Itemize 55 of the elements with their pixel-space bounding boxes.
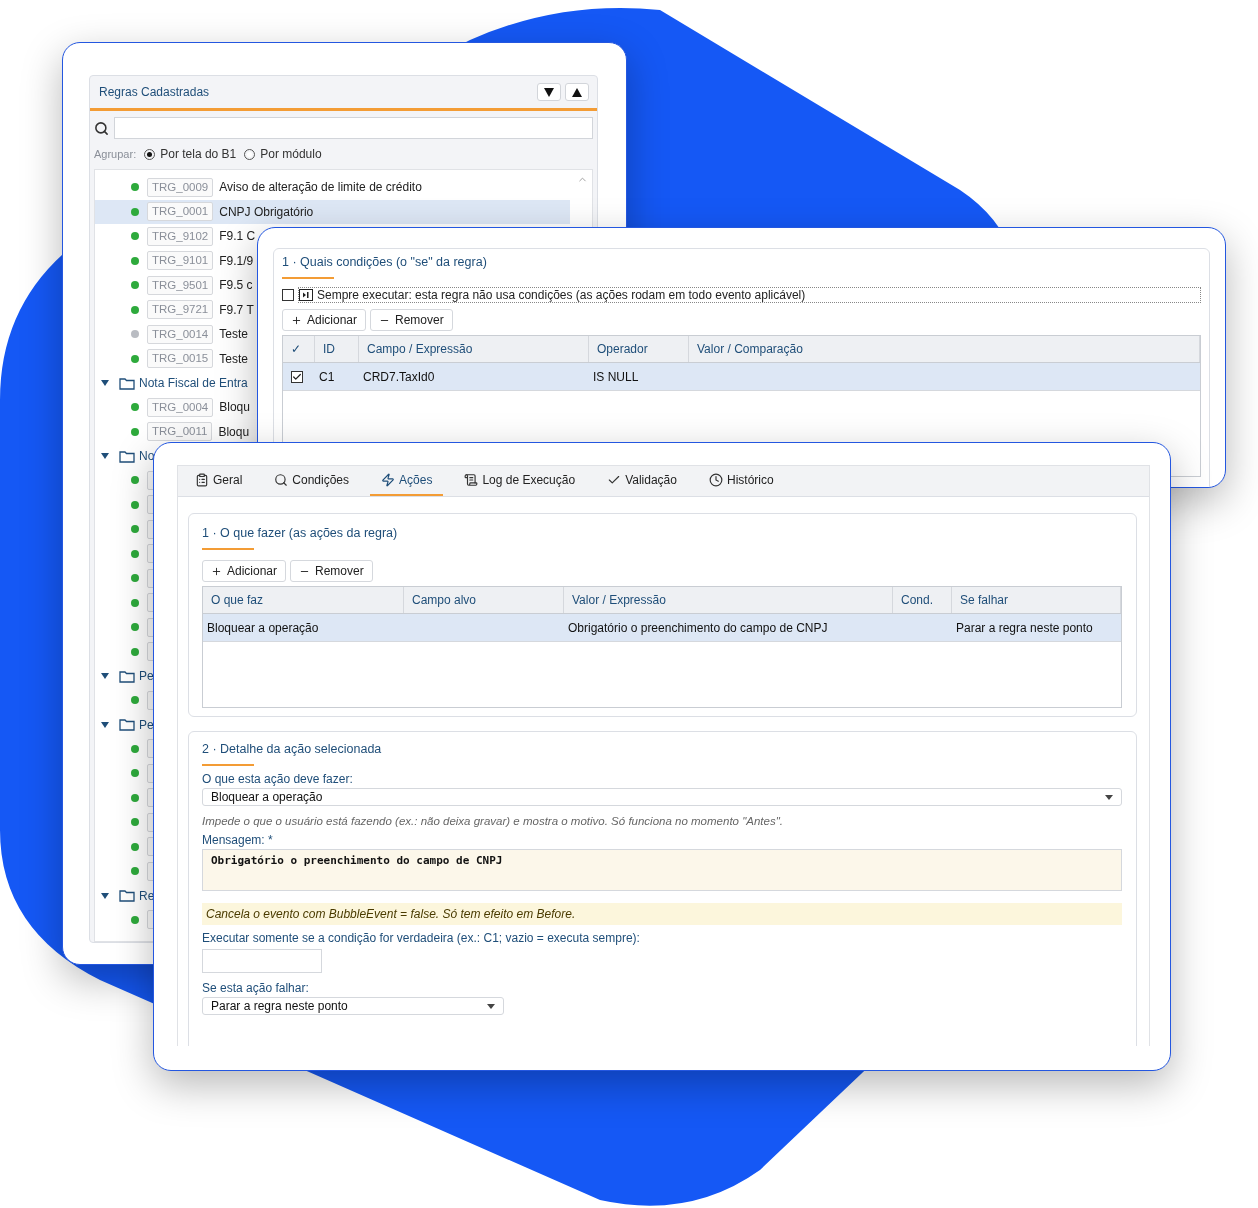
checkbox-label: Sempre executar: esta regra não usa condições (as ações rodam em todo evento aplicável) [317,288,806,302]
table-cell-text: C1 [318,369,336,384]
rule-name: Teste [219,327,248,342]
column-header: Cond. [893,587,952,613]
folder-label: Re [139,888,155,903]
radio-label: Por tela do B1 [160,147,237,161]
rule-name: Aviso de alteração de limite de crédito [219,180,422,195]
table-cell-text: Bloquear a operação [206,620,320,635]
table-cell-text: Parar a regra neste ponto [955,620,1094,635]
rule-name: F9.1 C [219,229,256,244]
column-header: O que faz [203,587,404,613]
column-header: Valor / Comparação [689,336,1200,362]
rule-name: Teste [219,351,248,366]
column-header: Campo / Expressão [359,336,589,362]
folder-label: Nota Fiscal de Entra [139,376,248,390]
rule-name: F9.5 c [219,278,253,293]
rule-name: Bloqu [219,400,250,415]
rule-code: TRG_0011 [147,422,213,442]
rule-code: TRG_0001 [147,202,214,222]
rule-name: CNPJ Obrigatório [219,204,314,219]
group-label: Agrupar: [94,148,137,160]
column-header: ID [315,336,359,362]
table-cell-text: CRD7.TaxId0 [362,369,436,384]
folder-label: No [139,449,155,463]
column-header: Valor / Expressão [564,587,893,613]
notice-text: Cancela o evento com BubbleEvent = false. Só tem efeito em Before. [202,903,1122,925]
rule-code: TRG_0014 [147,324,214,344]
rule-code: TRG_0015 [147,349,214,369]
column-header: Operador [589,336,689,362]
rule-code: TRG_9721 [147,300,214,320]
folder-label: Pe [139,669,154,683]
section-title: 1 · Quais condições (o "se" da regra) [282,255,487,271]
field-label: O que esta ação deve fazer: [202,772,354,786]
rule-code: TRG_9102 [147,226,214,246]
rule-name: Bloqu [218,424,250,439]
rule-name: F9.1/9 [219,253,254,268]
section-title: 1 · O que fazer (as ações da regra) [202,526,398,542]
table-cell-text: IS NULL [592,369,640,384]
field-label: Se esta ação falhar: [202,981,310,995]
column-header: Campo alvo [404,587,564,613]
hint-text: Impede o que o usuário está fazendo (ex.: não deixa gravar) e mostra o motivo. Só funciona no momento "Antes". [202,815,784,827]
column-header: Se falhar [952,587,1121,613]
field-label: Executar somente se a condição for verdadeira (ex.: C1; vazio = executa sempre): [202,931,641,945]
radio-label: Por módulo [260,147,322,161]
table-cell-text: Obrigatório o preenchimento do campo de CNPJ [567,620,829,635]
rule-code: TRG_9501 [147,275,214,295]
section-title: 2 · Detalhe da ação selecionada [202,742,382,758]
folder-label: Pe [139,717,154,732]
panel-title: Regras Cadastradas [99,85,210,99]
rule-code: TRG_0009 [147,177,214,197]
field-label: Mensagem: * [202,833,274,847]
rule-code: TRG_9101 [147,251,214,271]
column-header: ✓ [283,336,315,362]
rule-name: F9.7 T [219,302,254,317]
rule-code: TRG_0004 [147,397,214,417]
